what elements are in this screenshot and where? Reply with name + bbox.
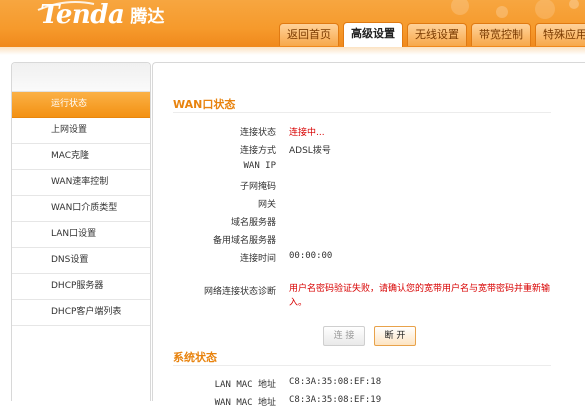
sidebar-item-wan-media-type[interactable]: WAN口介质类型 bbox=[12, 196, 150, 222]
field-label: 连接时间 bbox=[239, 254, 276, 264]
wan-row: 备用域名服务器 bbox=[153, 233, 585, 247]
wan-status-title: WAN口状态 bbox=[173, 98, 236, 111]
tab-advanced-settings[interactable]: 高级设置 bbox=[343, 22, 403, 47]
wan-row: 网关 bbox=[153, 197, 585, 211]
sidebar: 运行状态 上网设置 MAC克隆 WAN速率控制 WAN口介质类型 LAN口设置 … bbox=[11, 62, 151, 401]
field-value: C8:3A:35:08:EF:18 bbox=[289, 377, 382, 387]
wan-row: WAN IP bbox=[153, 161, 585, 175]
tab-special-apps[interactable]: 特殊应用 bbox=[535, 23, 585, 46]
top-tabs: 返回首页 高级设置 无线设置 带宽控制 特殊应用 bbox=[279, 22, 585, 47]
sidebar-item-run-status[interactable]: 运行状态 bbox=[12, 92, 150, 118]
field-value: 连接中... bbox=[289, 128, 325, 138]
sidebar-item-mac-clone[interactable]: MAC克隆 bbox=[12, 144, 150, 170]
field-label: 域名服务器 bbox=[230, 218, 276, 228]
wan-row: 连接状态 连接中... bbox=[153, 125, 585, 139]
field-label: 连接状态 bbox=[239, 128, 276, 138]
diag-label: 网络连接状态诊断 bbox=[203, 287, 276, 297]
logo: Tenda 腾达 bbox=[40, 0, 164, 30]
divider bbox=[173, 365, 551, 366]
logo-text: Tenda bbox=[40, 0, 125, 30]
sidebar-item-wan-speed[interactable]: WAN速率控制 bbox=[12, 170, 150, 196]
tab-wireless-settings[interactable]: 无线设置 bbox=[407, 23, 467, 46]
header-bar: Tenda 腾达 返回首页 高级设置 无线设置 带宽控制 特殊应用 bbox=[0, 0, 585, 47]
sidebar-item-dhcp-client-list[interactable]: DHCP客户端列表 bbox=[12, 300, 150, 326]
sidebar-top bbox=[12, 63, 150, 92]
sidebar-item-dns-settings[interactable]: DNS设置 bbox=[12, 248, 150, 274]
disconnect-button[interactable]: 断 开 bbox=[374, 326, 416, 346]
field-label: 子网掩码 bbox=[239, 182, 276, 192]
sidebar-item-lan-settings[interactable]: LAN口设置 bbox=[12, 222, 150, 248]
connect-button[interactable]: 连 接 bbox=[323, 326, 365, 346]
field-label: 备用域名服务器 bbox=[212, 236, 276, 246]
field-value: ADSL拨号 bbox=[289, 146, 331, 156]
field-label: LAN MAC 地址 bbox=[214, 380, 276, 390]
tab-home[interactable]: 返回首页 bbox=[279, 23, 339, 46]
field-label: 连接方式 bbox=[239, 146, 276, 156]
header-band bbox=[0, 47, 585, 55]
sidebar-item-dhcp-server[interactable]: DHCP服务器 bbox=[12, 274, 150, 300]
main-panel: WAN口状态 连接状态 连接中... 连接方式 ADSL拨号 WAN IP 子网… bbox=[152, 62, 585, 408]
system-status-title: 系统状态 bbox=[173, 351, 217, 364]
field-label: WAN MAC 地址 bbox=[214, 398, 276, 408]
sidebar-item-internet-settings[interactable]: 上网设置 bbox=[12, 118, 150, 144]
wan-row: 连接方式 ADSL拨号 bbox=[153, 143, 585, 157]
field-value: C8:3A:35:08:EF:19 bbox=[289, 395, 382, 405]
tab-bandwidth-control[interactable]: 带宽控制 bbox=[471, 23, 531, 46]
logo-cn-text: 腾达 bbox=[130, 7, 165, 27]
field-label: WAN IP bbox=[243, 161, 276, 171]
divider bbox=[173, 112, 551, 113]
field-value: 00:00:00 bbox=[289, 251, 333, 261]
wan-row: 子网掩码 bbox=[153, 179, 585, 193]
wan-row: 连接时间 00:00:00 bbox=[153, 251, 585, 265]
field-label: 网关 bbox=[257, 200, 276, 210]
system-row: LAN MAC 地址 C8:3A:35:08:EF:18 bbox=[153, 377, 585, 391]
diag-message: 用户名密码验证失败，请确认您的宽带用户名与宽带密码并重新输入。 bbox=[289, 284, 551, 308]
system-row: WAN MAC 地址 C8:3A:35:08:EF:19 bbox=[153, 395, 585, 409]
wan-row: 域名服务器 bbox=[153, 215, 585, 229]
